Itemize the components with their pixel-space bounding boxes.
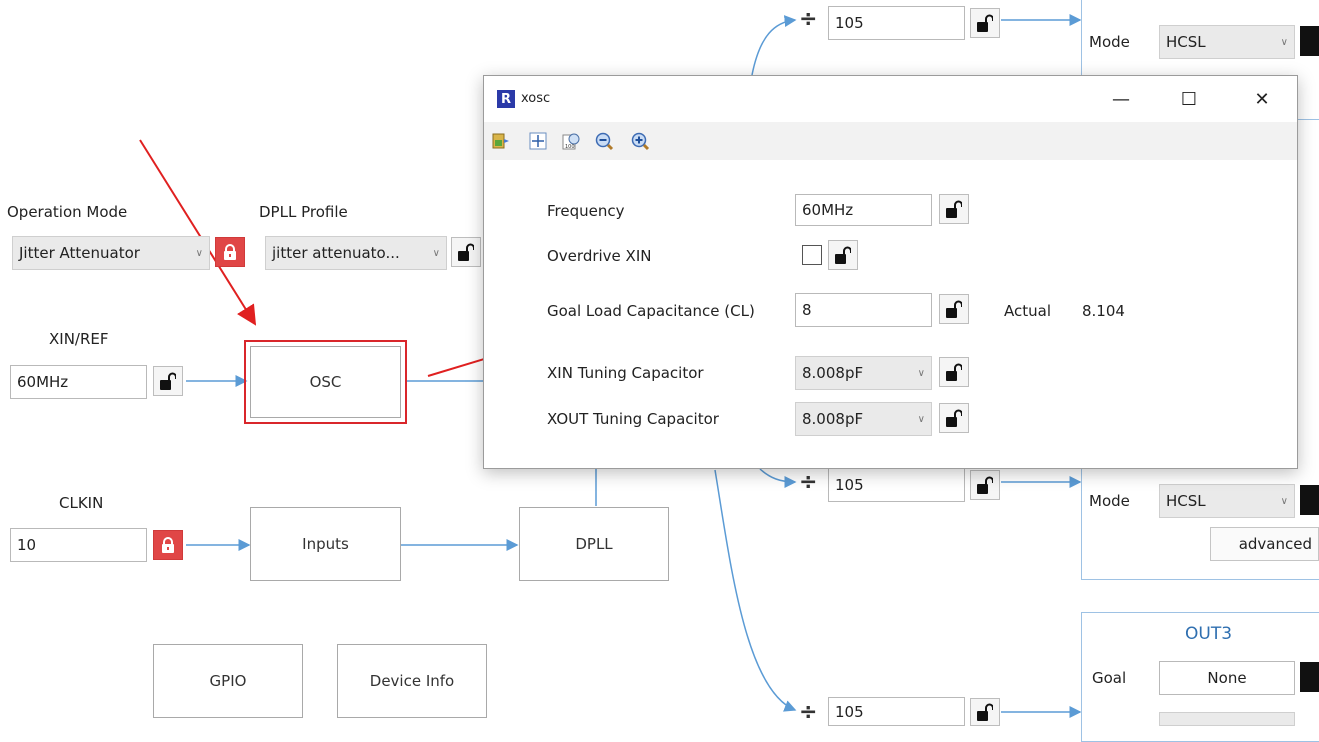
inputs-block[interactable]: Inputs [250,507,401,581]
divide-icon: ÷ [799,7,818,32]
bottom-mode-select[interactable] [1159,712,1295,726]
goal-cl-lock-button[interactable] [939,294,969,324]
frequency-input[interactable]: 60MHz [795,194,932,226]
dpll-profile-value: jitter attenuato... [272,244,400,262]
divider-top-curve [751,15,797,76]
close-button[interactable]: ✕ [1239,84,1285,114]
clkin-input[interactable]: 10 [10,528,147,562]
divider-middle-input[interactable]: 105 [828,468,965,502]
lock-open-icon [977,14,993,32]
mode-label: Mode [1089,492,1130,510]
lock-closed-icon [162,537,174,553]
osc-block[interactable]: OSC [250,346,401,418]
divider-bottom-input[interactable]: 105 [828,697,965,726]
divider-top-lock-button[interactable] [970,8,1000,38]
goal-cl-label: Goal Load Capacitance (CL) [547,302,755,320]
dialog-title: xosc [521,91,551,106]
chevron-down-icon: ∨ [432,247,440,259]
dpll-profile-select[interactable]: jitter attenuato... ∨ [265,236,447,270]
app-icon: R [497,90,515,108]
chevron-down-icon: ∨ [917,367,925,379]
top-mode-select[interactable]: HCSL ∨ [1159,25,1295,59]
advanced-button[interactable]: advanced [1210,527,1319,561]
minimize-button[interactable]: — [1098,84,1144,114]
xout-tuning-select[interactable]: 8.008pF ∨ [795,402,932,436]
xout-tuning-label: XOUT Tuning Capacitor [547,410,719,428]
middle-mode-lock-button[interactable] [1300,485,1319,515]
lock-open-icon [946,363,962,381]
frequency-lock-button[interactable] [939,194,969,224]
divider-mid-curve [759,468,797,488]
operation-mode-select[interactable]: Jitter Attenuator ∨ [12,236,210,270]
xin-tuning-label: XIN Tuning Capacitor [547,364,704,382]
actual-label: Actual [1004,302,1051,320]
top-mode-value: HCSL [1166,33,1206,51]
export-icon[interactable] [491,131,511,151]
operation-mode-label: Operation Mode [7,203,128,221]
mode-label: Mode [1089,33,1130,51]
out3-title: OUT3 [1185,624,1233,644]
lock-open-icon [977,476,993,494]
actual-value: 8.104 [1082,302,1125,320]
gpio-block[interactable]: GPIO [153,644,303,718]
overdrive-xin-label: Overdrive XIN [547,247,652,265]
lock-open-icon [458,243,474,261]
xin-tuning-value: 8.008pF [802,364,864,382]
frequency-label: Frequency [547,202,625,220]
xin-tuning-lock-button[interactable] [939,357,969,387]
xin-ref-lock-button[interactable] [153,366,183,396]
goal-lock-button[interactable] [1300,662,1319,692]
lock-open-icon [835,246,851,264]
dpll-block[interactable]: DPLL [519,507,669,581]
clkin-label: CLKIN [59,494,104,512]
xosc-dialog: R xosc — ☐ ✕ 100 Frequency 60MHz Overdri… [483,75,1298,469]
annotation-arrow-to-osc [139,139,257,326]
overdrive-lock-button[interactable] [828,240,858,270]
xin-ref-input[interactable]: 60MHz [10,365,147,399]
device-info-block[interactable]: Device Info [337,644,487,718]
lock-open-icon [160,372,176,390]
operation-mode-value: Jitter Attenuator [19,244,140,262]
divider-bottom-curve [714,469,797,712]
dialog-titlebar[interactable]: R xosc — ☐ ✕ [484,76,1297,122]
fit-to-view-icon[interactable] [528,131,548,151]
top-mode-lock-button[interactable] [1300,26,1319,56]
dpll-profile-lock-button[interactable] [451,237,481,267]
divide-icon: ÷ [799,470,818,495]
divider-bottom-lock-button[interactable] [970,698,1000,726]
clkin-lock-button[interactable] [153,530,183,560]
xout-tuning-value: 8.008pF [802,410,864,428]
middle-mode-select[interactable]: HCSL ∨ [1159,484,1295,518]
lock-open-icon [946,300,962,318]
chevron-down-icon: ∨ [1280,495,1288,507]
xin-ref-label: XIN/REF [49,330,109,348]
chevron-down-icon: ∨ [917,413,925,425]
xout-tuning-lock-button[interactable] [939,403,969,433]
middle-mode-value: HCSL [1166,492,1206,510]
xin-tuning-select[interactable]: 8.008pF ∨ [795,356,932,390]
chevron-down-icon: ∨ [195,247,203,259]
goal-cl-input[interactable]: 8 [795,293,932,327]
maximize-button[interactable]: ☐ [1166,84,1212,114]
lock-open-icon [977,703,993,721]
zoom-out-icon[interactable] [594,131,614,151]
lock-open-icon [946,409,962,427]
zoom-100-icon[interactable]: 100 [561,131,581,151]
lock-closed-icon [224,244,236,260]
zoom-in-icon[interactable] [630,131,650,151]
divide-icon: ÷ [799,700,818,725]
svg-text:100: 100 [565,144,575,150]
overdrive-xin-checkbox[interactable] [802,245,822,265]
chevron-down-icon: ∨ [1280,36,1288,48]
dpll-profile-label: DPLL Profile [259,203,348,221]
lock-open-icon [946,200,962,218]
operation-mode-lock-button[interactable] [215,237,245,267]
dialog-toolbar: 100 [484,122,1297,160]
divider-top-input[interactable]: 105 [828,6,965,40]
goal-label: Goal [1092,669,1127,687]
goal-input[interactable]: None [1159,661,1295,695]
divider-middle-lock-button[interactable] [970,470,1000,500]
